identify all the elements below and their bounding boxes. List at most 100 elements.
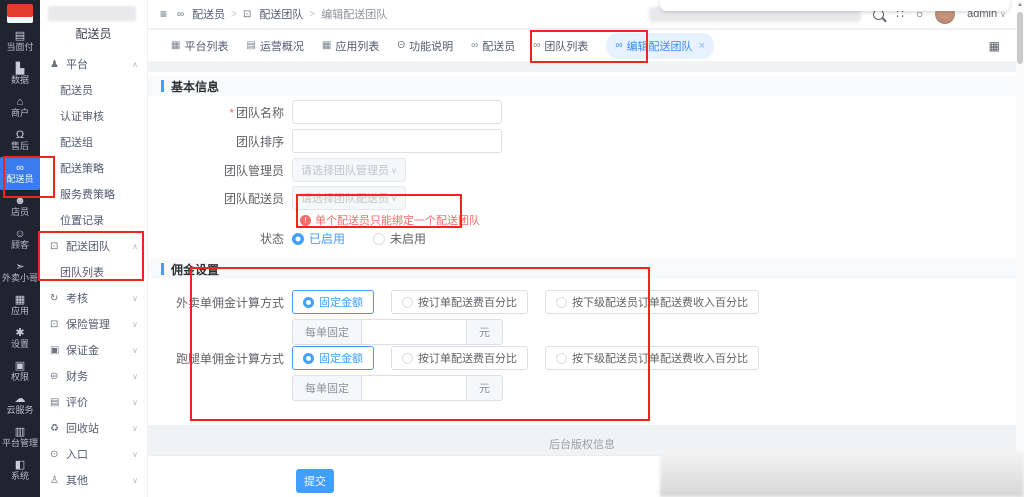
chevron-down-icon: ∨ bbox=[132, 294, 138, 303]
entry-icon: ⊙ bbox=[50, 449, 62, 460]
collapse-menu-icon[interactable]: ≡ bbox=[160, 7, 167, 21]
sidenav-group-other[interactable]: ♙其他∨ bbox=[40, 467, 147, 493]
censored-region bbox=[660, 451, 1024, 497]
tab-team-list[interactable]: ∞团队列表 bbox=[533, 38, 588, 54]
sidenav-item-courier[interactable]: 配送员 bbox=[40, 77, 147, 103]
tab-feature-desc[interactable]: Θ功能说明 bbox=[397, 38, 453, 54]
close-icon[interactable]: × bbox=[699, 40, 705, 52]
errand-order-percent-radio[interactable]: 按订单配送费百分比 bbox=[391, 346, 528, 370]
radio-icon bbox=[556, 297, 567, 308]
monitor-icon: ⊡ bbox=[50, 241, 62, 252]
scrollbar-thumb[interactable] bbox=[1017, 12, 1023, 64]
sidenav-group-entry[interactable]: ⊙入口∨ bbox=[40, 441, 147, 467]
takeout-fixed-amount-input[interactable] bbox=[361, 319, 467, 345]
sidebar-item-system[interactable]: ◧系统 bbox=[0, 454, 40, 487]
tab-courier[interactable]: ∞配送员 bbox=[471, 38, 515, 54]
tab-platform-list[interactable]: ▦平台列表 bbox=[171, 38, 228, 54]
section-accent-bar bbox=[161, 80, 164, 92]
sidebar-item-pay[interactable]: ▤当面付 bbox=[0, 25, 40, 58]
sidebar-item-customer[interactable]: ☺顾客 bbox=[0, 223, 40, 256]
sidenav-item-location-log[interactable]: 位置记录 bbox=[40, 207, 147, 233]
status-enabled-radio[interactable]: 已启用 bbox=[292, 230, 345, 247]
sidebar-item-merchant[interactable]: ⌂商户 bbox=[0, 91, 40, 124]
team-sort-input[interactable] bbox=[292, 129, 502, 153]
rider-icon: ➣ bbox=[15, 262, 24, 273]
errand-fixed-amount-radio[interactable]: 固定金额 bbox=[292, 346, 374, 370]
breadcrumb-item[interactable]: 配送团队 bbox=[259, 6, 303, 22]
censored-region bbox=[660, 0, 1010, 11]
vertical-scrollbar[interactable]: ▲ bbox=[1016, 0, 1024, 497]
sidenav-group-platform[interactable]: ♟平台∧ bbox=[40, 51, 147, 77]
scroll-up-icon[interactable]: ▲ bbox=[1016, 2, 1024, 8]
chevron-down-icon: ∨ bbox=[132, 372, 138, 381]
sidebar-item-cloud[interactable]: ☁云服务 bbox=[0, 388, 40, 421]
other-icon: ♙ bbox=[50, 475, 62, 486]
tab-edit-delivery-team[interactable]: ∞编辑配送团队× bbox=[606, 33, 714, 59]
takeout-fixed-amount-radio[interactable]: 固定金额 bbox=[292, 290, 374, 314]
sidebar-item-apps[interactable]: ▦应用 bbox=[0, 289, 40, 322]
sidebar-item-settings[interactable]: ✱设置 bbox=[0, 322, 40, 355]
chevron-up-icon: ∧ bbox=[132, 242, 138, 251]
sidebar-item-platform-admin[interactable]: ▥平台管理 bbox=[0, 421, 40, 454]
sidenav-item-delivery-strategy[interactable]: 配送策略 bbox=[40, 155, 147, 181]
submit-button[interactable]: 提交 bbox=[296, 469, 334, 493]
errand-fixed-amount-input[interactable] bbox=[361, 375, 467, 401]
form-row-team-name: *团队名称 bbox=[148, 100, 502, 124]
errand-subordinate-percent-radio[interactable]: 按下级配送员订单配送费收入百分比 bbox=[545, 346, 759, 370]
tab-app-list[interactable]: ▦应用列表 bbox=[322, 38, 379, 54]
sidenav-group-delivery-team[interactable]: ⊡配送团队∧ bbox=[40, 233, 147, 259]
form-row-takeout-fixed-amount: 每单固定 元 bbox=[148, 319, 503, 345]
team-admin-select[interactable]: 请选择团队管理员∨ bbox=[292, 158, 406, 182]
field-label: 团队排序 bbox=[148, 133, 292, 150]
status-disabled-radio[interactable]: 未启用 bbox=[373, 230, 426, 247]
tab-operation-overview[interactable]: ▤运营概况 bbox=[246, 38, 303, 54]
grid-icon: ▦ bbox=[322, 40, 331, 51]
breadcrumb-item[interactable]: 配送员 bbox=[192, 6, 225, 22]
team-courier-select[interactable]: 请选择团队配送员∨ bbox=[292, 186, 406, 210]
sidenav-item-fee-strategy[interactable]: 服务费策略 bbox=[40, 181, 147, 207]
breadcrumb: ∞ 配送员 > ⊡ 配送团队 > 编辑配送团队 bbox=[177, 6, 387, 22]
deposit-icon: ▣ bbox=[50, 345, 62, 356]
sidebar-item-rider[interactable]: ➣外卖小哥 bbox=[0, 256, 40, 289]
app-sidebar: ▤当面付 ▙数据 ⌂商户 Ω售后 ∞配送员 ☻店员 ☺顾客 ➣外卖小哥 ▦应用 … bbox=[0, 0, 40, 497]
chevron-down-icon: ∨ bbox=[391, 194, 397, 203]
info-icon: Θ bbox=[397, 40, 405, 51]
platform-icon: ▥ bbox=[15, 427, 25, 438]
chevron-down-icon: ∨ bbox=[132, 424, 138, 433]
app-logo[interactable] bbox=[7, 4, 33, 23]
team-name-input[interactable] bbox=[292, 100, 502, 124]
sidenav-group-deposit[interactable]: ▣保证金∨ bbox=[40, 337, 147, 363]
sidenav-group-finance[interactable]: ⊜财务∨ bbox=[40, 363, 147, 389]
radio-icon bbox=[402, 353, 413, 364]
grid-icon[interactable]: ▦ bbox=[989, 39, 1000, 53]
radio-icon bbox=[556, 353, 567, 364]
form-row-team-admin: 团队管理员 请选择团队管理员∨ bbox=[148, 158, 406, 182]
sidenav-item-delivery-group[interactable]: 配送组 bbox=[40, 129, 147, 155]
chevron-down-icon: ∨ bbox=[132, 320, 138, 329]
sidenav-item-cert-audit[interactable]: 认证审核 bbox=[40, 103, 147, 129]
sidebar-item-permission[interactable]: ▣权限 bbox=[0, 355, 40, 388]
headset-icon: Ω bbox=[16, 130, 24, 141]
sidenav-item-team-list[interactable]: 团队列表 bbox=[40, 259, 147, 285]
clerk-icon: ☻ bbox=[14, 196, 26, 207]
finance-icon: ⊜ bbox=[50, 371, 62, 382]
sidebar-item-clerk[interactable]: ☻店员 bbox=[0, 190, 40, 223]
select-placeholder: 请选择团队管理员 bbox=[301, 162, 389, 178]
lock-icon: ▣ bbox=[15, 361, 25, 372]
sidenav-title: 配送员 bbox=[40, 25, 147, 42]
refresh-icon: ↻ bbox=[50, 293, 62, 304]
radio-icon bbox=[292, 233, 304, 245]
sidenav-group-assessment[interactable]: ↻考核∨ bbox=[40, 285, 147, 311]
section-accent-bar bbox=[161, 263, 164, 275]
person-icon: ♟ bbox=[50, 59, 62, 70]
sidebar-item-data[interactable]: ▙数据 bbox=[0, 58, 40, 91]
courier-binding-warning: ! 单个配送员只能绑定一个配送团队 bbox=[300, 212, 480, 228]
sidenav-group-review[interactable]: ▤评价∨ bbox=[40, 389, 147, 415]
takeout-subordinate-percent-radio[interactable]: 按下级配送员订单配送费收入百分比 bbox=[545, 290, 759, 314]
sidebar-item-aftersale[interactable]: Ω售后 bbox=[0, 124, 40, 157]
fixed-amount-prefix-label: 每单固定 bbox=[292, 319, 361, 345]
takeout-order-percent-radio[interactable]: 按订单配送费百分比 bbox=[391, 290, 528, 314]
sidenav-group-insurance[interactable]: ⊡保险管理∨ bbox=[40, 311, 147, 337]
sidenav-group-recycle-bin[interactable]: ♻回收站∨ bbox=[40, 415, 147, 441]
sidebar-item-courier[interactable]: ∞配送员 bbox=[0, 157, 40, 190]
